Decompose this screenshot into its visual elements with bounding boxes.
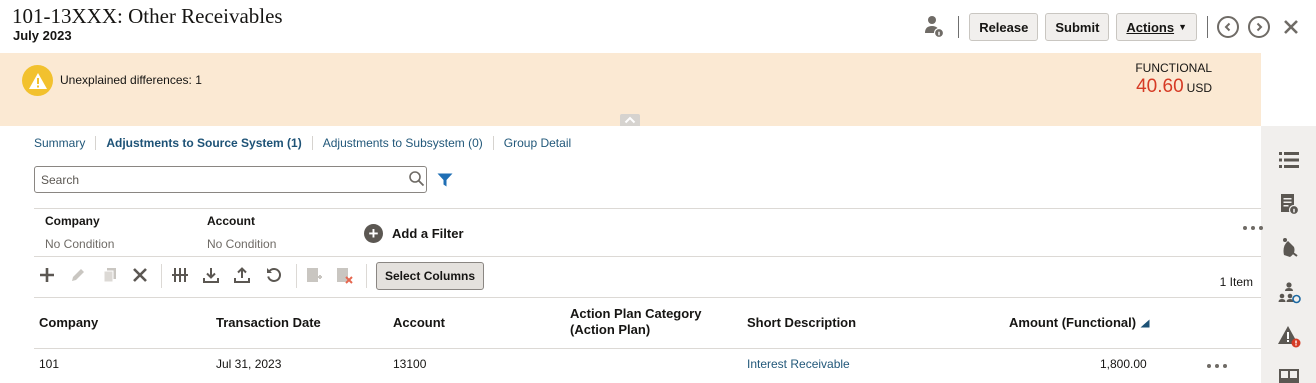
header-divider xyxy=(958,16,960,38)
add-icon[interactable] xyxy=(38,266,56,284)
functional-value: 40.60 xyxy=(1136,76,1184,97)
filter-account-value: No Condition xyxy=(207,237,277,251)
cell-company: 101 xyxy=(39,357,60,371)
cell-short-description-link[interactable]: Interest Receivable xyxy=(747,357,850,371)
column-header-company[interactable]: Company xyxy=(39,315,98,331)
column-header-transaction-date[interactable]: Transaction Date xyxy=(216,315,321,331)
toolbar-divider xyxy=(366,264,367,288)
filter-company-label: Company xyxy=(45,214,100,228)
functional-currency: USD xyxy=(1186,81,1212,95)
column-header-short-description[interactable]: Short Description xyxy=(747,315,856,331)
upload-icon[interactable] xyxy=(233,266,251,284)
copy-icon[interactable] xyxy=(101,266,119,284)
column-header-action-plan-category[interactable]: Action Plan Category (Action Plan) xyxy=(570,306,720,338)
divider xyxy=(34,348,1261,349)
add-filter-label: Add a Filter xyxy=(392,226,464,241)
divider xyxy=(34,256,1261,257)
add-filter-button[interactable]: + Add a Filter xyxy=(364,224,464,243)
sort-descending-icon[interactable] xyxy=(1140,319,1150,328)
caret-down-icon: ▼ xyxy=(1178,22,1187,32)
page-header: 101-13XXX: Other Receivables July 2023 R… xyxy=(0,0,1316,53)
actions-menu-button[interactable]: Actions ▼ xyxy=(1116,13,1197,41)
hierarchy-icon[interactable] xyxy=(1277,281,1301,305)
header-actions: Release Submit Actions ▼ xyxy=(924,13,1300,41)
filter-company-value: No Condition xyxy=(45,237,115,251)
reconciliation-page: 101-13XXX: Other Receivables July 2023 R… xyxy=(0,0,1316,383)
amount-header-label: Amount (Functional) xyxy=(1009,315,1137,330)
cell-amount-functional: 1,800.00 xyxy=(1100,357,1147,371)
close-icon[interactable] xyxy=(1282,18,1300,36)
list-icon[interactable] xyxy=(1277,148,1301,172)
filter-icon[interactable] xyxy=(437,173,453,187)
column-header-account[interactable]: Account xyxy=(393,315,445,331)
header-divider xyxy=(1207,16,1208,38)
period-label: July 2023 xyxy=(13,28,72,43)
filter-more-icon[interactable] xyxy=(1243,226,1263,232)
next-icon[interactable] xyxy=(1248,16,1270,38)
sub-tabs: Summary Adjustments to Source System (1)… xyxy=(34,136,591,150)
bell-icon[interactable] xyxy=(1277,235,1301,259)
alert-icon[interactable] xyxy=(1277,324,1301,348)
export-icon[interactable] xyxy=(305,266,323,284)
differences-banner: Unexplained differences: 1 FUNCTIONAL 40… xyxy=(0,53,1261,126)
functional-amount: 40.60 USD xyxy=(1136,76,1212,98)
toolbar-divider xyxy=(296,264,297,288)
search-icon[interactable] xyxy=(408,170,425,187)
cell-transaction-date: Jul 31, 2023 xyxy=(216,357,282,371)
filter-company[interactable]: Company No Condition xyxy=(45,214,114,251)
actions-label: Actions xyxy=(1126,19,1175,35)
tab-adjustments-source-system[interactable]: Adjustments to Source System (1) xyxy=(106,136,313,150)
clear-icon[interactable] xyxy=(335,266,353,284)
panel-icon[interactable] xyxy=(1277,366,1301,383)
add-circle-icon: + xyxy=(364,224,383,243)
warning-icon xyxy=(22,65,53,96)
select-columns-button[interactable]: Select Columns xyxy=(376,262,485,290)
freeze-columns-icon[interactable] xyxy=(171,266,189,284)
cell-account: 13100 xyxy=(393,357,427,371)
report-info-icon[interactable] xyxy=(1277,192,1301,216)
search-input[interactable] xyxy=(34,166,427,193)
filter-account[interactable]: Account No Condition xyxy=(207,214,276,251)
edit-icon[interactable] xyxy=(69,266,87,284)
filter-account-label: Account xyxy=(207,214,255,228)
person-info-icon[interactable] xyxy=(924,15,945,39)
release-button[interactable]: Release xyxy=(969,13,1039,41)
submit-button[interactable]: Submit xyxy=(1045,13,1110,41)
previous-icon[interactable] xyxy=(1217,16,1239,38)
download-icon[interactable] xyxy=(202,266,220,284)
divider xyxy=(34,208,1261,209)
divider xyxy=(34,297,1261,298)
refresh-icon[interactable] xyxy=(265,266,283,284)
functional-label: FUNCTIONAL xyxy=(1135,61,1212,75)
right-rail-spacer xyxy=(1261,53,1316,126)
unexplained-differences-text: Unexplained differences: 1 xyxy=(60,73,202,87)
toolbar-divider xyxy=(161,264,162,288)
delete-icon[interactable] xyxy=(131,266,149,284)
tab-adjustments-subsystem[interactable]: Adjustments to Subsystem (0) xyxy=(323,136,494,150)
collapse-banner-button[interactable] xyxy=(620,114,640,126)
column-header-amount-functional[interactable]: Amount (Functional) xyxy=(1009,315,1150,331)
page-title: 101-13XXX: Other Receivables xyxy=(12,4,283,28)
tab-group-detail[interactable]: Group Detail xyxy=(504,136,581,150)
item-count: 1 Item xyxy=(1219,275,1253,289)
tab-summary[interactable]: Summary xyxy=(34,136,97,150)
row-actions-icon[interactable] xyxy=(1207,364,1227,370)
